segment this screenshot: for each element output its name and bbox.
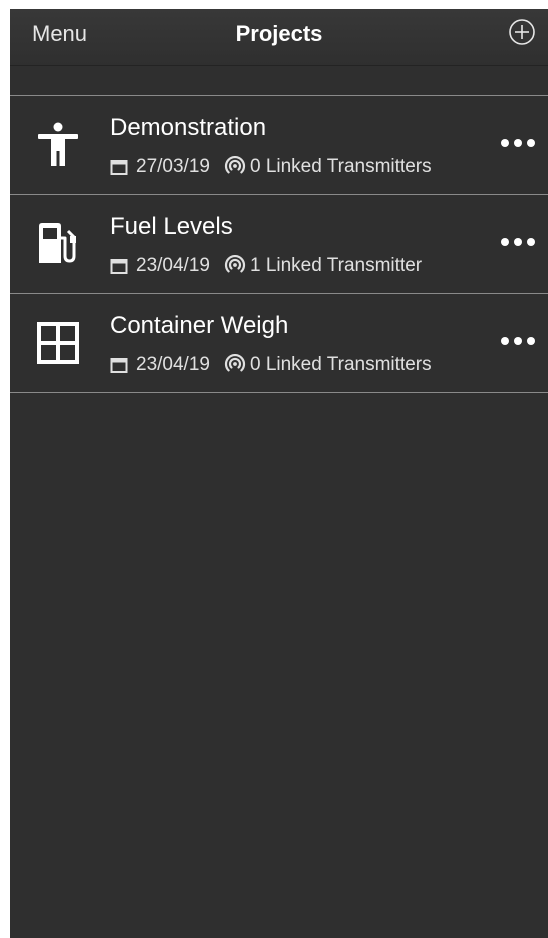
signal-icon: [224, 354, 246, 372]
project-meta: 23/04/19 0 Linked Transmitters: [110, 354, 432, 376]
project-row-container-weigh[interactable]: Container Weigh 23/04/19 0 Linked Transm…: [10, 294, 548, 393]
linked-transmitters: 0 Linked Transmitters: [249, 156, 432, 177]
project-meta: 23/04/19 1 Linked Transmitter: [110, 255, 422, 277]
list-header-spacer: [10, 66, 548, 95]
project-name: Fuel Levels: [110, 213, 233, 240]
project-date: 23/04/19: [136, 255, 210, 276]
project-row-demonstration[interactable]: Demonstration 27/03/19 0 Linked Transmit…: [10, 96, 548, 195]
project-row-fuel-levels[interactable]: Fuel Levels 23/04/19 1 Linked Transmitte…: [10, 195, 548, 294]
linked-transmitters: 1 Linked Transmitter: [249, 255, 423, 276]
project-meta: 27/03/19 0 Linked Transmitters: [110, 156, 432, 178]
linked-transmitters: 0 Linked Transmitters: [249, 354, 432, 375]
calendar-icon: [110, 259, 128, 274]
plus-circle-icon[interactable]: [508, 18, 536, 46]
calendar-icon: [110, 160, 128, 175]
more-options-icon[interactable]: [500, 334, 536, 348]
person-icon: [38, 122, 78, 166]
signal-icon: [224, 156, 246, 174]
page-title: Projects: [235, 21, 323, 46]
more-options-icon[interactable]: [500, 235, 536, 249]
app-screen: Menu Projects Demonstration 27/03/19 0 L…: [10, 9, 548, 938]
grid-icon: [37, 322, 79, 364]
project-list: Demonstration 27/03/19 0 Linked Transmit…: [10, 95, 548, 393]
fuel-pump-icon: [39, 223, 76, 263]
project-name: Container Weigh: [110, 312, 289, 339]
navigation-bar: Menu Projects: [10, 9, 548, 66]
more-options-icon[interactable]: [500, 136, 536, 150]
project-date: 27/03/19: [136, 156, 210, 177]
project-name: Demonstration: [110, 114, 267, 141]
signal-icon: [224, 255, 246, 273]
project-date: 23/04/19: [136, 354, 210, 375]
calendar-icon: [110, 358, 128, 373]
